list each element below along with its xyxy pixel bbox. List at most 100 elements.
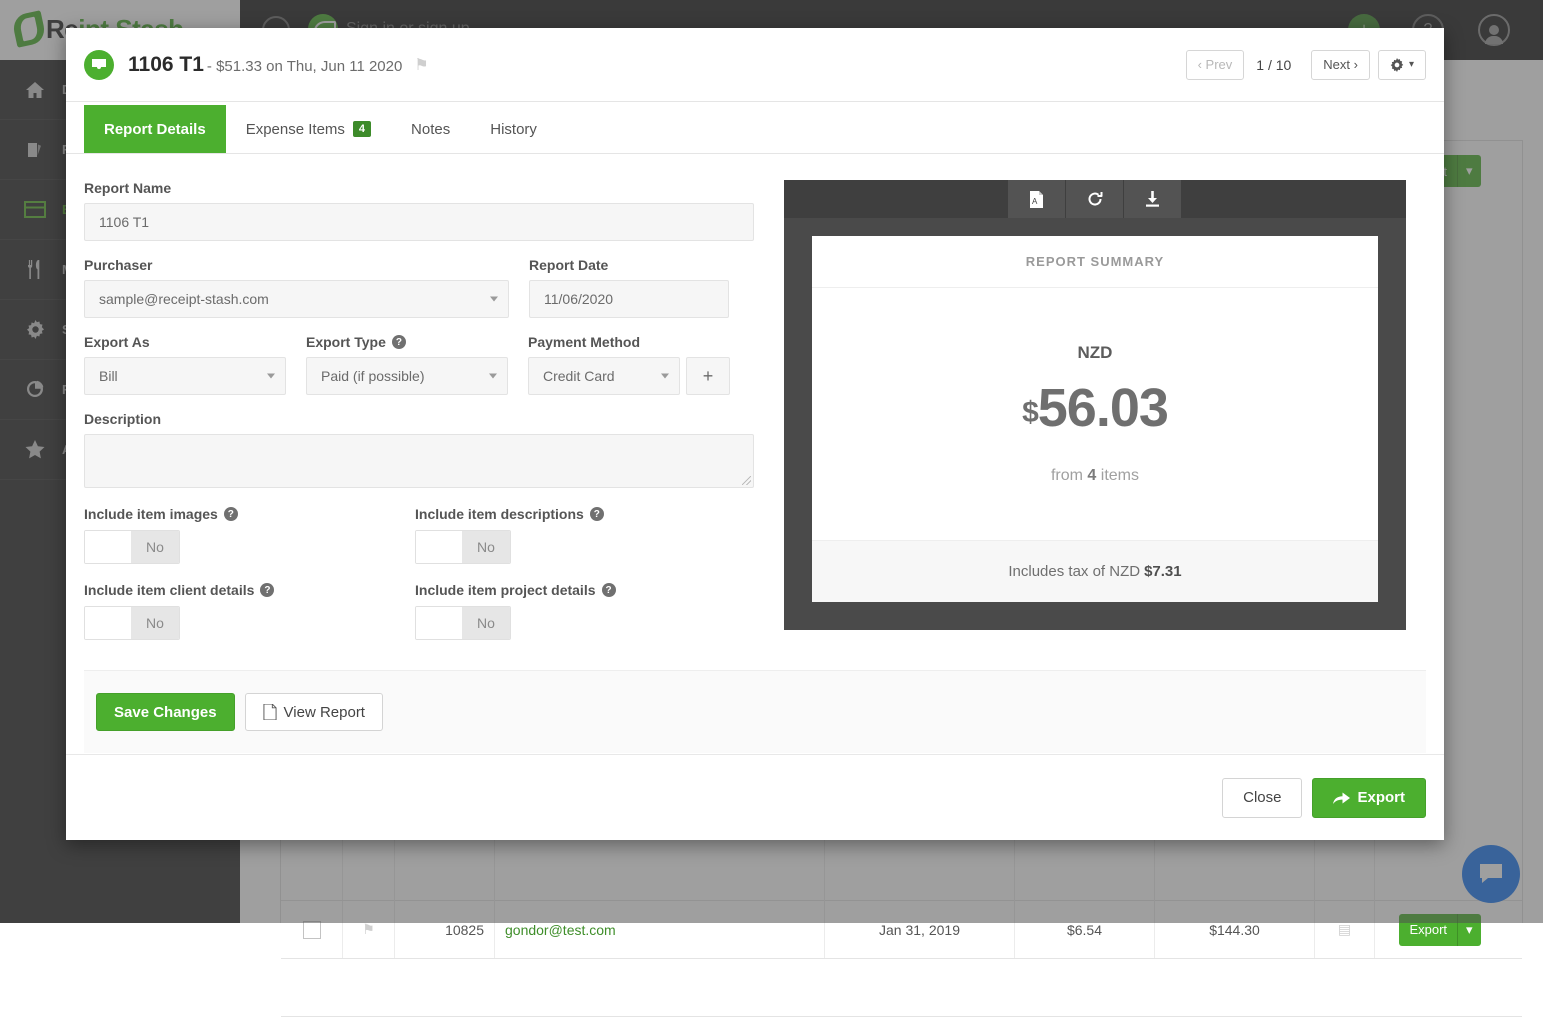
tab-expense-items[interactable]: Expense Items 4 [226,105,391,153]
include-item-images-toggle[interactable]: No [84,530,180,564]
page-title: 1106 T1- $51.33 on Thu, Jun 11 2020 [128,53,402,77]
description-label: Description [84,411,754,427]
include-item-descriptions-toggle[interactable]: No [415,530,511,564]
preview-item-count: from 4 items [1051,467,1139,485]
export-as-select[interactable]: Bill [84,357,286,395]
export-as-label: Export As [84,334,286,350]
export-as-value: Bill [99,368,118,384]
help-icon[interactable]: ? [224,507,238,521]
purchaser-label: Purchaser [84,257,509,273]
export-type-field-group: Export Type ? Paid (if possible) [306,334,508,395]
export-button[interactable]: Export [1312,778,1426,818]
description-textarea[interactable] [84,434,754,488]
add-payment-method-button[interactable]: + [686,357,730,395]
report-subtitle: - $51.33 on Thu, Jun 11 2020 [207,58,402,75]
include-options-row-1: Include item images ? No Include item de… [84,506,754,564]
row-checkbox[interactable] [303,921,321,939]
report-name-label: Report Name [84,180,754,196]
header-controls: ‹ Prev 1 / 10 Next › ▾ [1178,50,1426,80]
tab-history[interactable]: History [470,105,557,153]
preview-currency: NZD [1078,343,1113,363]
include-item-images-label: Include item images ? [84,506,415,522]
toggle-state: No [131,531,179,563]
chevron-down-icon [489,374,497,379]
modal-tabs: Report Details Expense Items 4 Notes His… [66,102,1444,154]
pdf-file-icon[interactable]: A [1008,180,1066,218]
payment-method-select[interactable]: Credit Card [528,357,680,395]
include-item-project-details-label: Include item project details ? [415,582,746,598]
description-field-group: Description [84,411,754,488]
save-changes-button[interactable]: Save Changes [96,693,235,731]
items-suffix: items [1101,467,1139,484]
view-report-button[interactable]: View Report [245,693,383,731]
modal-header: 1106 T1- $51.33 on Thu, Jun 11 2020 ⚑ ‹ … [66,28,1444,102]
preview-frame: A REPORT SUMMARY NZD $56.03 [784,180,1406,630]
chevron-down-icon [490,297,498,302]
modal-footer: Close Export [66,754,1444,840]
pdf-file-icon [263,704,277,720]
toggle-state: No [462,607,510,639]
tab-notes[interactable]: Notes [391,105,470,153]
toggle-knob [416,607,462,639]
refresh-icon[interactable] [1066,180,1124,218]
include-item-project-details-group: Include item project details ? No [415,582,746,640]
prev-button[interactable]: ‹ Prev [1186,50,1245,80]
report-form: Report Name 1106 T1 Purchaser sample@rec… [84,180,754,640]
items-prefix: from [1051,467,1083,484]
view-report-label: View Report [284,704,365,721]
toggle-state: No [131,607,179,639]
close-button[interactable]: Close [1222,778,1302,818]
table-row[interactable] [281,959,1522,1017]
purchaser-date-row: Purchaser sample@receipt-stash.com Repor… [84,257,754,318]
toggle-label-text: Include item descriptions [415,506,584,522]
include-item-client-details-toggle[interactable]: No [84,606,180,640]
payment-method-label: Payment Method [528,334,730,350]
toggle-label-text: Include item images [84,506,218,522]
tax-amount: $7.31 [1144,563,1182,580]
preview-amount: $56.03 [1022,377,1168,439]
export-type-select[interactable]: Paid (if possible) [306,357,508,395]
help-icon[interactable]: ? [392,335,406,349]
toggle-label-text: Include item project details [415,582,596,598]
include-item-project-details-toggle[interactable]: No [415,606,511,640]
tab-label: History [490,121,537,138]
preview-tax-line: Includes tax of NZD $7.31 [812,540,1378,602]
preview-toolbar: A [784,180,1406,218]
help-icon[interactable]: ? [590,507,604,521]
page-indicator: 1 / 10 [1244,57,1303,73]
next-button[interactable]: Next › [1311,50,1370,80]
toggle-state: No [462,531,510,563]
expense-items-count-badge: 4 [353,121,371,137]
download-icon[interactable] [1124,180,1182,218]
amount-value: 56.03 [1038,378,1168,438]
flag-icon[interactable]: ⚑ [414,55,428,75]
help-icon[interactable]: ? [260,583,274,597]
tab-label: Notes [411,121,450,138]
export-type-label: Export Type ? [306,334,508,350]
purchaser-value: sample@receipt-stash.com [99,291,269,307]
purchaser-select[interactable]: sample@receipt-stash.com [84,280,509,318]
tab-report-details[interactable]: Report Details [84,105,226,153]
report-name-field-group: Report Name 1106 T1 [84,180,754,241]
chevron-down-icon [661,374,669,379]
share-arrow-icon [1333,791,1350,805]
report-name-input[interactable]: 1106 T1 [84,203,754,241]
preview-header: REPORT SUMMARY [812,236,1378,288]
preview-document: REPORT SUMMARY NZD $56.03 from 4 items [812,236,1378,602]
chevron-down-icon [267,374,275,379]
tab-label: Report Details [104,121,206,138]
payment-method-field-group: Payment Method Credit Card + [528,334,730,395]
export-as-field-group: Export As Bill [84,334,286,395]
inbox-icon [84,50,114,80]
export-options-row: Export As Bill Export Type ? Paid (if po… [84,334,754,395]
export-label: Export [1357,789,1405,806]
toggle-knob [85,531,131,563]
export-label: Export [1399,922,1457,937]
report-details-modal: 1106 T1- $51.33 on Thu, Jun 11 2020 ⚑ ‹ … [66,28,1444,840]
settings-menu-button[interactable]: ▾ [1378,50,1426,80]
preview-summary: NZD $56.03 from 4 items [812,288,1378,540]
svg-text:A: A [1032,197,1038,206]
help-icon[interactable]: ? [602,583,616,597]
include-item-descriptions-group: Include item descriptions ? No [415,506,746,564]
report-date-input[interactable]: 11/06/2020 [529,280,729,318]
